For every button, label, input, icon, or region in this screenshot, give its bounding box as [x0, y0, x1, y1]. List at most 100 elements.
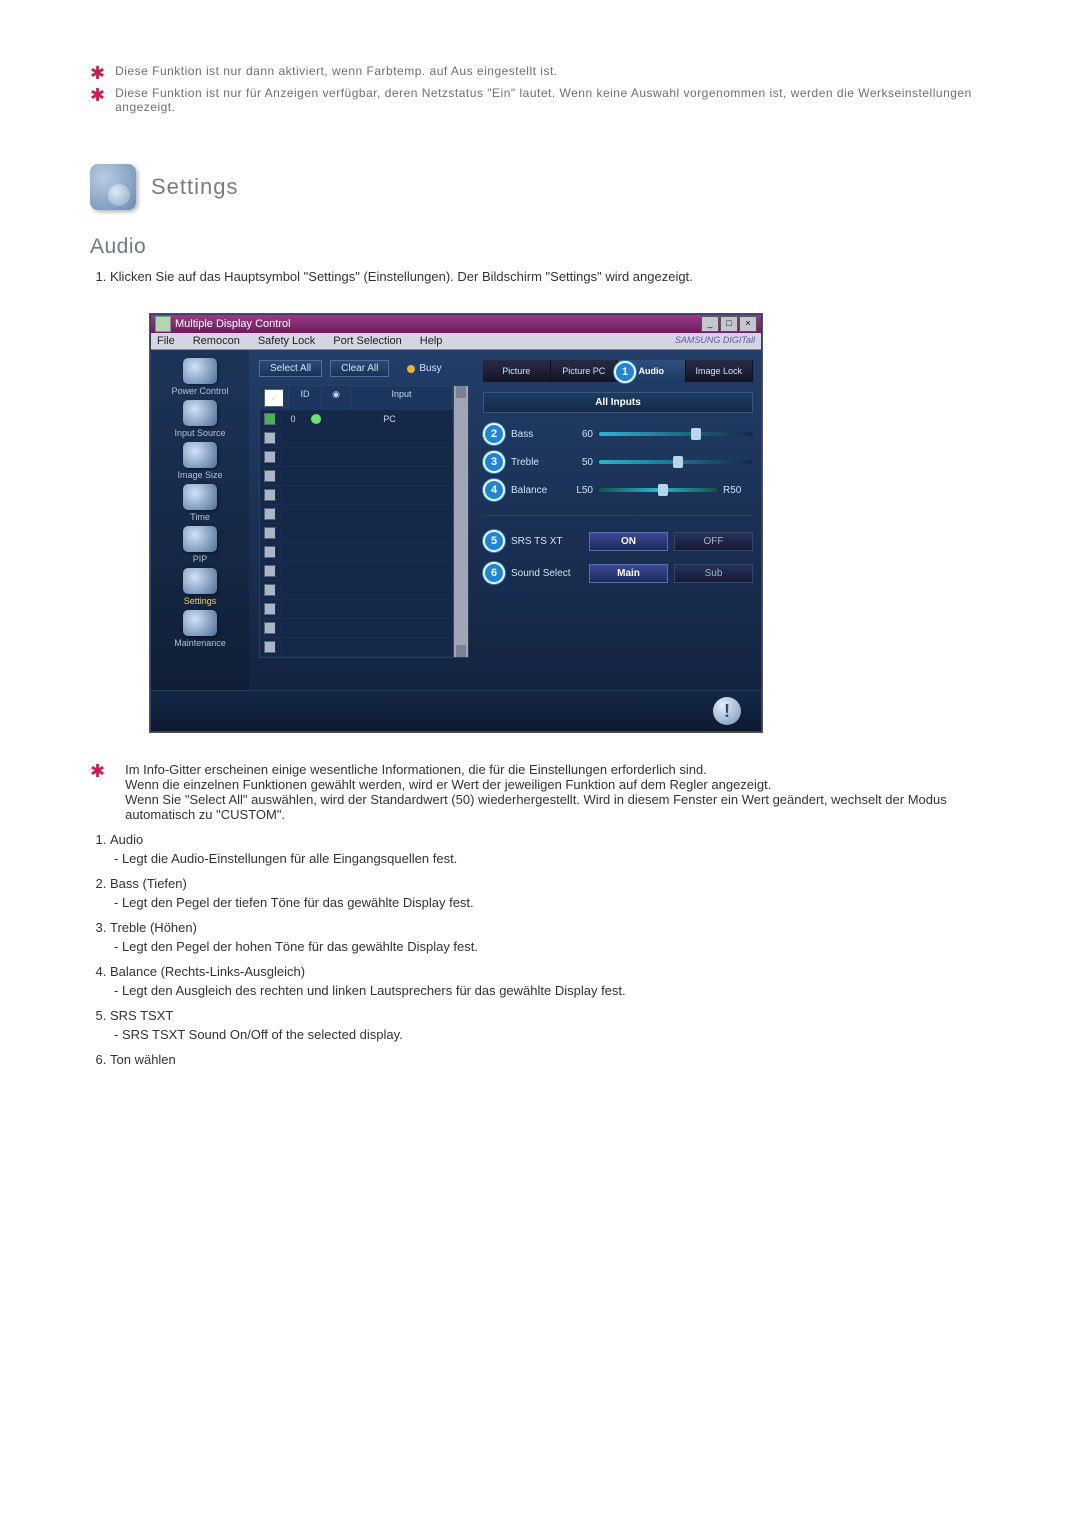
- menu-port-selection[interactable]: Port Selection: [333, 335, 401, 347]
- slider-value-r: R50: [723, 485, 753, 496]
- slider-thumb[interactable]: [658, 484, 668, 496]
- row-checkbox[interactable]: [264, 413, 276, 425]
- table-row[interactable]: [260, 486, 453, 505]
- audio-settings-pane: PicturePicture PC1AudioImage Lock All In…: [479, 350, 761, 690]
- menu-safety-lock[interactable]: Safety Lock: [258, 335, 315, 347]
- menubar: File Remocon Safety Lock Port Selection …: [151, 333, 761, 350]
- slider-bass: 2Bass60: [483, 423, 753, 445]
- list-item-title: Treble (Höhen): [110, 920, 197, 935]
- tab-label: Audio: [639, 366, 665, 376]
- list-item-desc: - Legt die Audio-Einstellungen für alle …: [114, 851, 990, 866]
- list-item-title: Bass (Tiefen): [110, 876, 187, 891]
- star-icon: ✱: [90, 64, 105, 82]
- note-2: ✱ Diese Funktion ist nur für Anzeigen ve…: [90, 86, 990, 114]
- list-item: Treble (Höhen)- Legt den Pegel der hohen…: [110, 920, 990, 954]
- sidebar-item-maintenance[interactable]: Maintenance: [174, 610, 226, 648]
- list-item-title: Ton wählen: [110, 1052, 176, 1067]
- table-row[interactable]: [260, 448, 453, 467]
- mdc-window: Multiple Display Control _ □ × File Remo…: [150, 314, 762, 732]
- row-id: 0: [281, 414, 306, 424]
- row-input: PC: [327, 414, 453, 424]
- list-item: SRS TSXT- SRS TSXT Sound On/Off of the s…: [110, 1008, 990, 1042]
- maximize-button[interactable]: □: [720, 316, 738, 332]
- list-item-desc: - Legt den Pegel der tiefen Töne für das…: [114, 895, 990, 910]
- titlebar: Multiple Display Control _ □ ×: [151, 315, 761, 333]
- sidebar-item-image-size[interactable]: Image Size: [177, 442, 222, 480]
- menu-remocon[interactable]: Remocon: [193, 335, 240, 347]
- row-checkbox[interactable]: [264, 622, 276, 634]
- row-checkbox[interactable]: [264, 432, 276, 444]
- menu-file[interactable]: File: [157, 335, 175, 347]
- slider-track[interactable]: [599, 488, 717, 492]
- table-row[interactable]: [260, 619, 453, 638]
- slider-balance: 4BalanceL50R50: [483, 479, 753, 501]
- option-off-button[interactable]: OFF: [674, 532, 753, 551]
- table-row[interactable]: [260, 467, 453, 486]
- list-item: Bass (Tiefen) - Legt den Pegel der tiefen…: [110, 876, 990, 910]
- close-button[interactable]: ×: [739, 316, 757, 332]
- busy-label: Busy: [419, 363, 441, 374]
- header-checkbox[interactable]: ✓: [264, 389, 284, 407]
- callout-4: 4: [483, 479, 505, 501]
- table-row[interactable]: 0 PC: [260, 410, 453, 429]
- table-row[interactable]: [260, 429, 453, 448]
- sidebar-item-power-control[interactable]: Power Control: [171, 358, 228, 396]
- row-checkbox[interactable]: [264, 584, 276, 596]
- tab-image-lock[interactable]: Image Lock: [686, 360, 754, 382]
- sidebar-icon: [183, 484, 217, 510]
- slider-track[interactable]: [599, 432, 753, 436]
- row-checkbox[interactable]: [264, 508, 276, 520]
- center-pane: Select All Clear All Busy ✓ ID ◉ Input 0…: [249, 350, 479, 690]
- sidebar-item-time[interactable]: Time: [183, 484, 217, 522]
- row-checkbox[interactable]: [264, 527, 276, 539]
- clear-all-button[interactable]: Clear All: [330, 360, 389, 377]
- table-row[interactable]: [260, 581, 453, 600]
- select-all-button[interactable]: Select All: [259, 360, 322, 377]
- grid-scrollbar[interactable]: [453, 386, 468, 657]
- col-input: Input: [351, 386, 453, 410]
- option-main-button[interactable]: Main: [589, 564, 668, 583]
- slider-thumb[interactable]: [673, 456, 683, 468]
- menu-help[interactable]: Help: [420, 335, 443, 347]
- tab-picture-pc[interactable]: Picture PC: [551, 360, 619, 382]
- row-checkbox[interactable]: [264, 546, 276, 558]
- table-row[interactable]: [260, 638, 453, 657]
- row-checkbox[interactable]: [264, 641, 276, 653]
- slider-treble: 3Treble50: [483, 451, 753, 473]
- sidebar: Power Control Input Source Image Size Time P…: [151, 350, 249, 690]
- row-checkbox[interactable]: [264, 470, 276, 482]
- row-checkbox[interactable]: [264, 565, 276, 577]
- table-row[interactable]: [260, 543, 453, 562]
- sidebar-icon: [183, 610, 217, 636]
- note-1: ✱ Diese Funktion ist nur dann aktiviert,…: [90, 64, 990, 82]
- sidebar-item-input-source[interactable]: Input Source: [174, 400, 225, 438]
- slider-track[interactable]: [599, 460, 753, 464]
- intro-item-1: Klicken Sie auf das Hauptsymbol "Setting…: [110, 269, 990, 284]
- row-checkbox[interactable]: [264, 603, 276, 615]
- table-row[interactable]: [260, 505, 453, 524]
- option-on-button[interactable]: ON: [589, 532, 668, 551]
- option-label: SRS TS XT: [511, 536, 583, 547]
- table-row[interactable]: [260, 562, 453, 581]
- tab-picture[interactable]: Picture: [483, 360, 551, 382]
- minimize-button[interactable]: _: [701, 316, 719, 332]
- sidebar-item-pip[interactable]: PIP: [183, 526, 217, 564]
- audio-heading: Audio: [90, 235, 990, 259]
- grid-header: ✓ ID ◉ Input: [260, 386, 453, 410]
- row-checkbox[interactable]: [264, 489, 276, 501]
- note-1-text: Diese Funktion ist nur dann aktiviert, w…: [115, 64, 558, 78]
- table-row[interactable]: [260, 600, 453, 619]
- tab-label: Picture PC: [562, 366, 605, 376]
- sidebar-item-label: Settings: [184, 596, 217, 606]
- table-row[interactable]: [260, 524, 453, 543]
- list-item-title: SRS TSXT: [110, 1008, 173, 1023]
- star-icon: ✱: [90, 86, 105, 104]
- explanation-block: ✱ Im Info-Gitter erscheinen einige wesen…: [90, 762, 990, 1067]
- row-checkbox[interactable]: [264, 451, 276, 463]
- slider-thumb[interactable]: [691, 428, 701, 440]
- tab-audio[interactable]: 1Audio: [618, 360, 686, 382]
- brand-label: SAMSUNG DIGITall: [675, 335, 755, 347]
- option-sub-button[interactable]: Sub: [674, 564, 753, 583]
- callout-5: 5: [483, 530, 505, 552]
- sidebar-item-settings[interactable]: Settings: [183, 568, 217, 606]
